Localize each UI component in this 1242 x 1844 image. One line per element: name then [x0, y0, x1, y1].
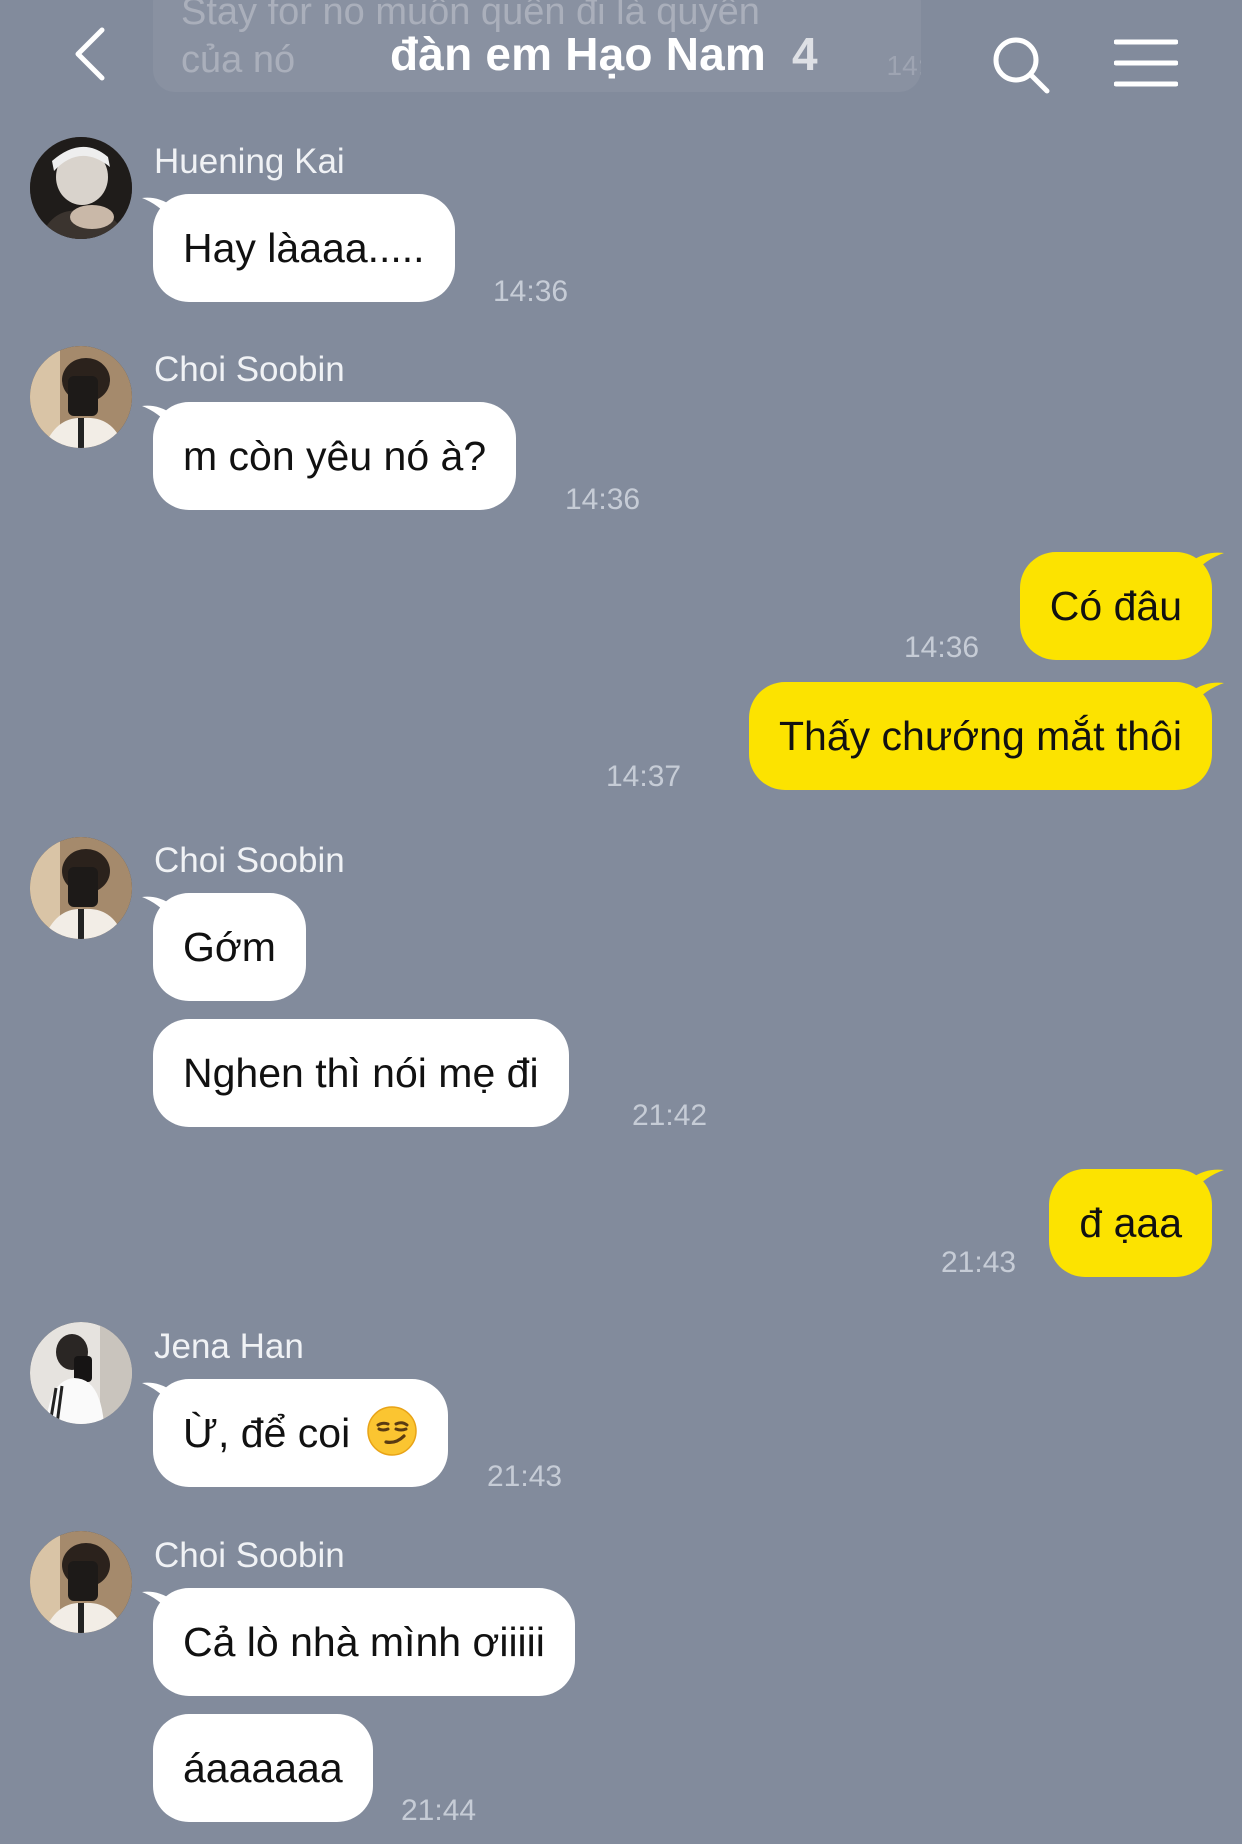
- search-icon: [993, 37, 1050, 94]
- menu-button[interactable]: [1113, 36, 1179, 90]
- sender-name: Choi Soobin: [154, 350, 345, 389]
- profile-photo-icon: [30, 1322, 132, 1424]
- member-count: 4: [792, 28, 818, 80]
- sender-name: Choi Soobin: [154, 841, 345, 880]
- search-button[interactable]: [990, 34, 1052, 96]
- message-time: 14:36: [565, 483, 641, 516]
- profile-photo-icon: [30, 137, 132, 239]
- message-bubble[interactable]: m còn yêu nó à?: [153, 402, 517, 510]
- avatar-choi-soobin[interactable]: [30, 1531, 132, 1633]
- message-bubble[interactable]: Ừ, để coi: [153, 1379, 448, 1487]
- message-time: 14:36: [904, 631, 980, 664]
- message-bubble[interactable]: áaaaaaa: [153, 1714, 373, 1822]
- message-bubble[interactable]: Hay làaaa.....: [153, 194, 455, 302]
- message-bubble[interactable]: Thấy chướng mắt thôi: [748, 682, 1212, 790]
- chat-title-group[interactable]: đàn em Hạo Nam 4: [390, 24, 818, 84]
- chat-room: Stay for no muốn quên đi là quyền của nó…: [0, 0, 1242, 1844]
- chat-header: Stay for no muốn quên đi là quyền của nó…: [0, 0, 1242, 110]
- message-time: 14:37: [606, 760, 682, 793]
- message-time: 21:44: [401, 1794, 477, 1827]
- pinned-notice-time: 14:3: [886, 50, 922, 81]
- profile-photo-icon: [30, 837, 132, 939]
- message-text: Ừ, để coi: [183, 1410, 351, 1456]
- sender-name: Choi Soobin: [154, 1536, 345, 1575]
- message-time: 21:42: [632, 1099, 708, 1132]
- message-bubble[interactable]: Nghen thì nói mẹ đi: [153, 1019, 569, 1127]
- avatar-choi-soobin[interactable]: [30, 346, 132, 448]
- message-bubble[interactable]: Có đâu: [1019, 552, 1212, 660]
- message-time: 21:43: [941, 1246, 1017, 1279]
- sender-name: Jena Han: [154, 1327, 304, 1366]
- profile-photo-icon: [30, 346, 132, 448]
- message-time: 21:43: [487, 1460, 563, 1493]
- profile-photo-icon: [30, 1531, 132, 1633]
- message-time: 14:36: [493, 275, 569, 308]
- menu-icon: [1113, 39, 1179, 87]
- avatar-huening-kai[interactable]: [30, 137, 132, 239]
- back-button[interactable]: [64, 22, 124, 86]
- message-bubble[interactable]: đ ạaa: [1049, 1169, 1212, 1277]
- sender-name: Huening Kai: [154, 142, 345, 181]
- avatar-jena-han[interactable]: [30, 1322, 132, 1424]
- smirking-face-icon: [366, 1406, 417, 1456]
- message-bubble[interactable]: Gớm: [153, 893, 306, 1001]
- avatar-choi-soobin[interactable]: [30, 837, 132, 939]
- message-bubble[interactable]: Cả lò nhà mình ơiiiii: [153, 1588, 575, 1696]
- chat-title: đàn em Hạo Nam: [390, 28, 767, 80]
- chevron-left-icon: [75, 27, 105, 81]
